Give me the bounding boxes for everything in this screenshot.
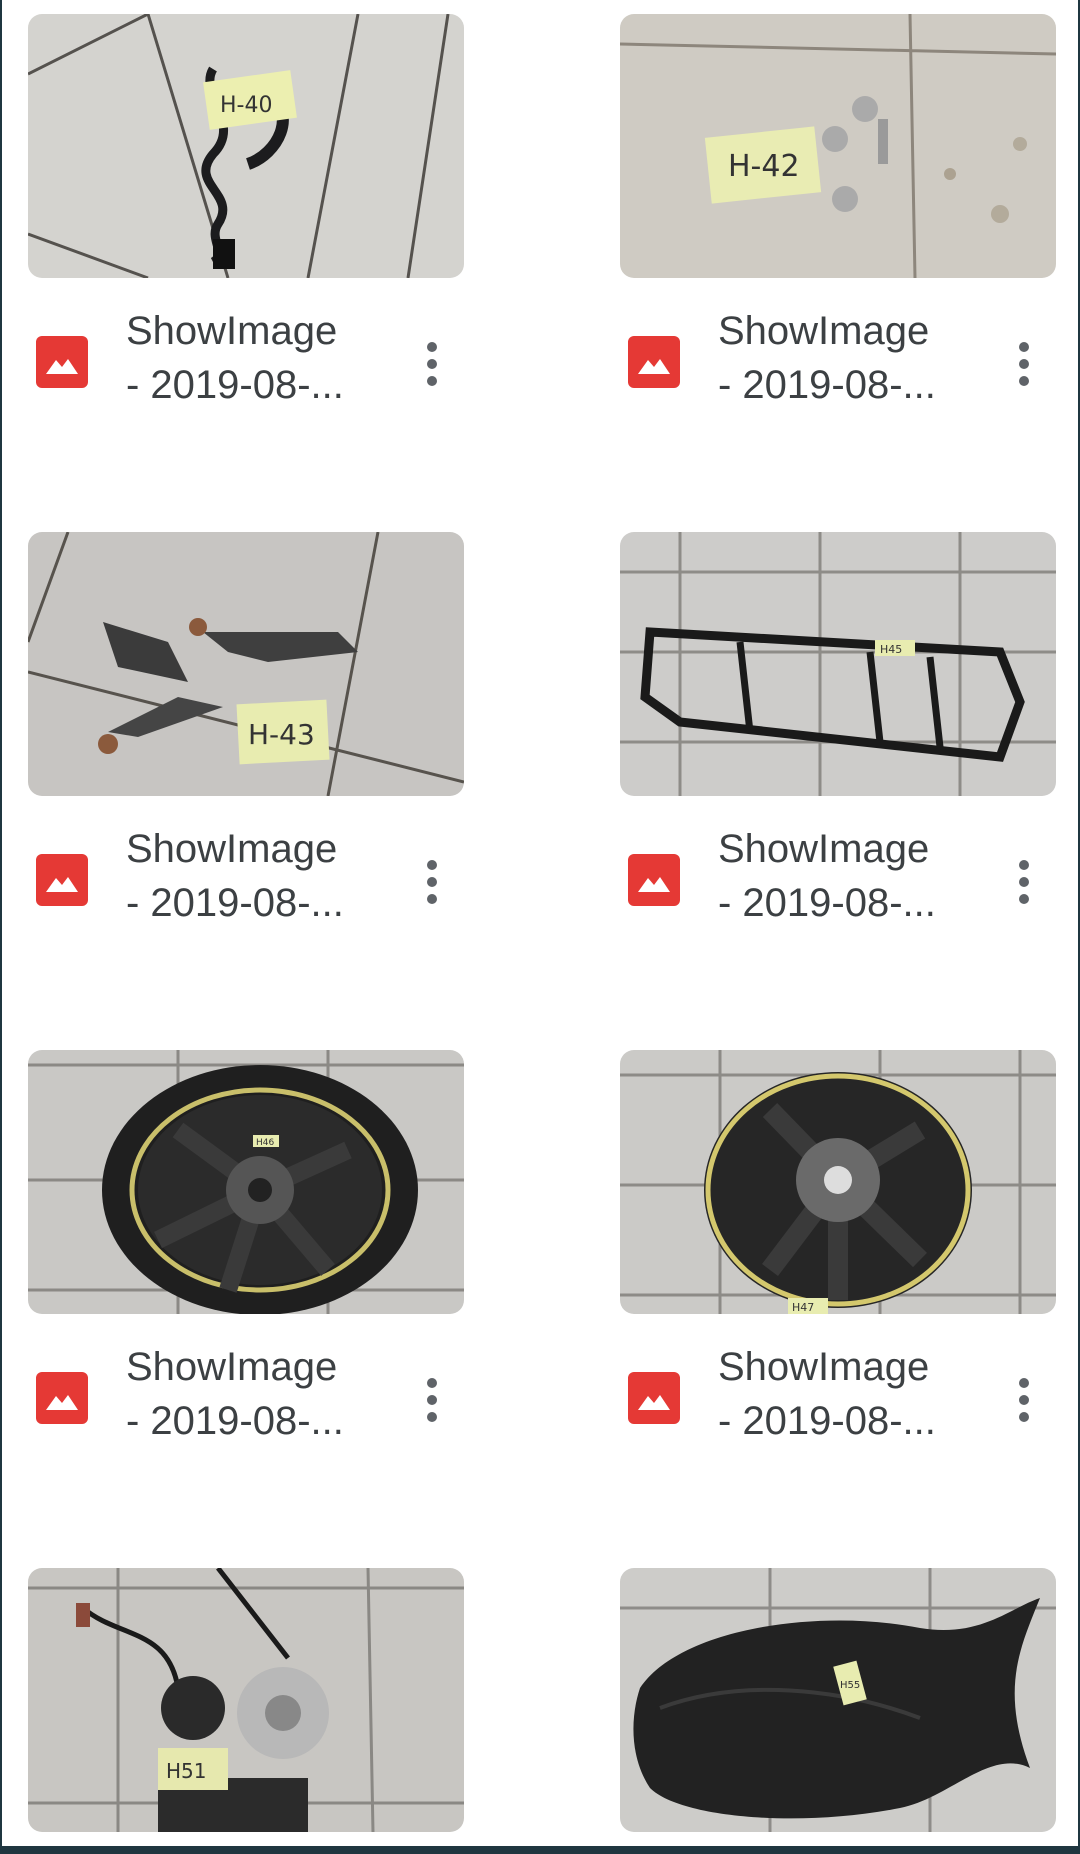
file-thumbnail[interactable]: H51 [28, 1568, 464, 1832]
more-options-icon[interactable] [412, 334, 452, 394]
file-name: ShowImage - 2019-08-... [126, 827, 344, 925]
file-grid: H-40 ShowImage - 2019-08-... H-42 ShowIm… [2, 0, 1078, 1846]
thumbnail-tag: H-43 [248, 718, 315, 751]
file-name: ShowImage - 2019-08-... [718, 827, 936, 925]
thumbnail-tag: H47 [792, 1301, 814, 1314]
file-name: ShowImage - 2019-08-... [718, 1345, 936, 1443]
file-thumbnail[interactable]: H45 [620, 532, 1056, 796]
image-file-icon [36, 854, 88, 906]
more-options-icon[interactable] [1004, 852, 1044, 912]
thumbnail-tag: H46 [256, 1138, 274, 1148]
more-options-icon[interactable] [1004, 1370, 1044, 1430]
file-thumbnail[interactable]: H47 [620, 1050, 1056, 1314]
more-options-icon[interactable] [412, 852, 452, 912]
thumbnail-tag: H51 [166, 1759, 207, 1783]
file-thumbnail[interactable]: H46 [28, 1050, 464, 1314]
image-file-icon [36, 336, 88, 388]
file-thumbnail[interactable]: H55 [620, 1568, 1056, 1832]
file-thumbnail[interactable]: H-42 [620, 14, 1056, 278]
file-thumbnail[interactable]: H-40 [28, 14, 464, 278]
image-file-icon [628, 336, 680, 388]
file-thumbnail[interactable]: H-43 [28, 532, 464, 796]
image-file-icon [628, 1372, 680, 1424]
image-file-icon [628, 854, 680, 906]
file-name: ShowImage - 2019-08-... [126, 1345, 344, 1443]
file-name: ShowImage - 2019-08-... [718, 309, 936, 407]
thumbnail-tag: H45 [880, 643, 902, 656]
more-options-icon[interactable] [412, 1370, 452, 1430]
thumbnail-tag: H-40 [220, 93, 272, 118]
thumbnail-tag: H55 [840, 1680, 860, 1691]
more-options-icon[interactable] [1004, 334, 1044, 394]
image-file-icon [36, 1372, 88, 1424]
file-name: ShowImage - 2019-08-... [126, 309, 344, 407]
thumbnail-tag: H-42 [728, 149, 800, 184]
